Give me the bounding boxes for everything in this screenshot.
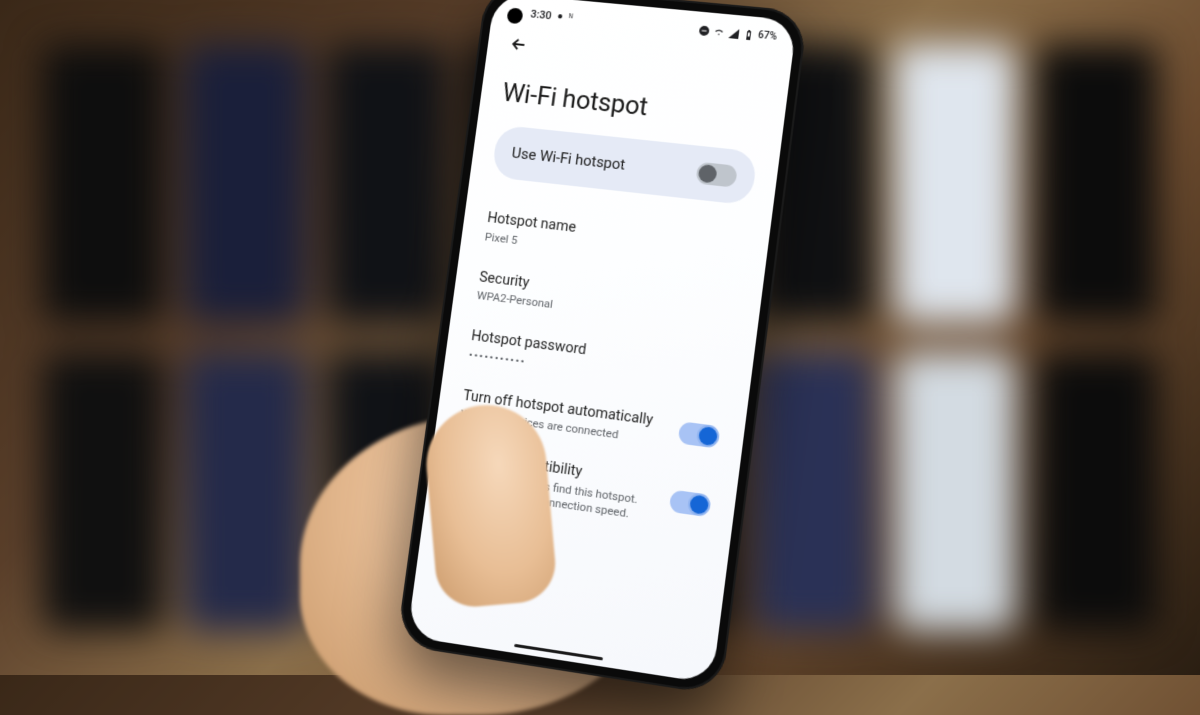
use-hotspot-label: Use Wi-Fi hotspot xyxy=(511,143,627,173)
page-title: Wi-Fi hotspot xyxy=(501,78,764,134)
gesture-nav-pill[interactable] xyxy=(514,643,603,660)
battery-icon xyxy=(742,28,755,41)
back-button[interactable] xyxy=(507,30,537,60)
dnd-icon xyxy=(698,23,711,36)
nfc-icon: ᴺ xyxy=(568,12,573,23)
extend-compat-toggle[interactable] xyxy=(669,489,712,517)
use-hotspot-row[interactable]: Use Wi-Fi hotspot xyxy=(491,124,758,205)
messenger-icon: ● xyxy=(556,11,563,22)
auto-off-toggle[interactable] xyxy=(678,420,721,447)
signal-icon xyxy=(727,26,740,39)
battery-percent: 67% xyxy=(757,30,777,43)
use-hotspot-toggle[interactable] xyxy=(695,161,738,187)
wifi-icon xyxy=(713,25,726,38)
status-time: 3:30 xyxy=(530,7,552,21)
